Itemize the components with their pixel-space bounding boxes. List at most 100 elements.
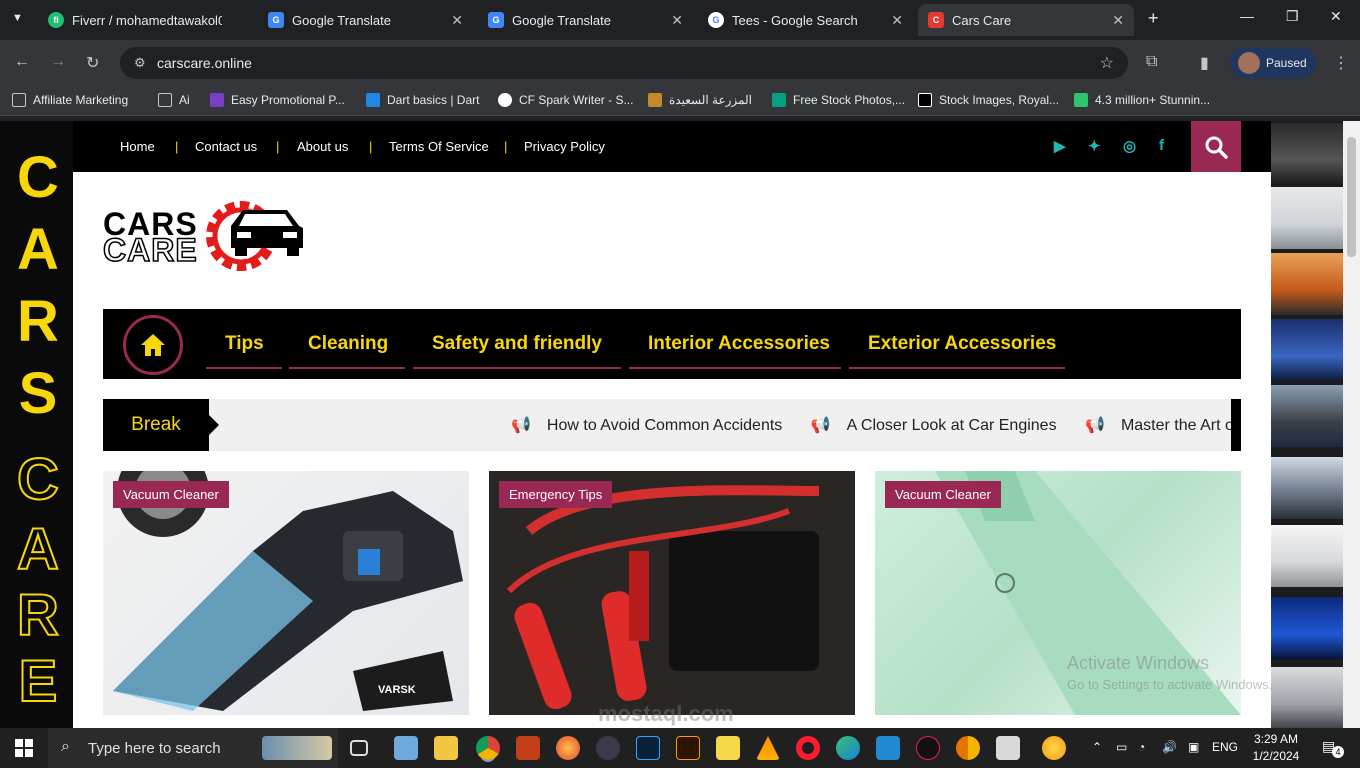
bookmark-ai[interactable]: Ai bbox=[158, 93, 190, 107]
bookmark-star-icon[interactable]: ☆ bbox=[1100, 53, 1114, 73]
powerpoint-icon[interactable] bbox=[516, 736, 540, 760]
vscode-icon[interactable] bbox=[876, 736, 900, 760]
menu-tips[interactable]: Tips bbox=[225, 333, 264, 355]
bookmark-label: Free Stock Photos,... bbox=[793, 93, 906, 107]
site-info-icon[interactable]: ⚙ bbox=[134, 55, 146, 71]
close-tab-icon[interactable]: ✕ bbox=[451, 12, 463, 29]
scrollbar-thumb[interactable] bbox=[1347, 137, 1356, 257]
menu-safety[interactable]: Safety and friendly bbox=[432, 333, 602, 355]
reload-icon[interactable]: ↻ bbox=[86, 53, 99, 73]
pixabay-icon bbox=[1074, 93, 1088, 107]
tab-search-dropdown[interactable]: ▼ bbox=[12, 12, 23, 24]
bookmark-easy-promo[interactable]: Easy Promotional P... bbox=[210, 93, 345, 107]
menu-icon[interactable]: ⋮ bbox=[1333, 53, 1349, 73]
tab-fiverr[interactable]: fi Fiverr / mohamedtawakol0 / bbox=[38, 4, 253, 36]
nav-about[interactable]: About us bbox=[297, 139, 348, 154]
task-view-icon[interactable] bbox=[350, 740, 368, 756]
google-icon: G bbox=[708, 12, 724, 28]
close-window-button[interactable]: ✕ bbox=[1330, 8, 1342, 25]
sticky-notes-icon[interactable] bbox=[716, 736, 740, 760]
extensions-icon[interactable]: ⧉ bbox=[1146, 53, 1157, 71]
bookmark-farm[interactable]: المزرعة السعيدة bbox=[648, 93, 752, 107]
network-icon[interactable]: ▭ bbox=[1116, 740, 1127, 754]
file-explorer-icon[interactable] bbox=[434, 736, 458, 760]
search-highlight-icon[interactable] bbox=[262, 736, 332, 760]
minimize-button[interactable]: — bbox=[1240, 8, 1254, 24]
chevron-up-icon[interactable]: ⌃ bbox=[1092, 740, 1102, 754]
back-icon[interactable]: ← bbox=[14, 53, 30, 71]
car-thumbnail bbox=[1271, 253, 1343, 315]
menu-exterior[interactable]: Exterior Accessories bbox=[868, 333, 1056, 355]
tiktok-icon[interactable] bbox=[916, 736, 940, 760]
maximize-button[interactable]: ❐ bbox=[1286, 8, 1299, 25]
banner-letter: C bbox=[17, 145, 59, 210]
tab-cars-care[interactable]: C Cars Care ✕ bbox=[918, 4, 1134, 36]
folder-icon bbox=[158, 93, 172, 107]
tab-translate-1[interactable]: G Google Translate ✕ bbox=[258, 4, 473, 36]
nav-contact[interactable]: Contact us bbox=[195, 139, 257, 154]
address-bar[interactable]: ⚙ carscare.online ☆ bbox=[120, 47, 1128, 79]
instagram-icon[interactable]: ◎ bbox=[1123, 137, 1136, 155]
card-brand-label: VARSK bbox=[378, 684, 416, 696]
youtube-icon[interactable]: ▶ bbox=[1054, 137, 1066, 155]
bookmark-istock[interactable]: Stock Images, Royal... bbox=[918, 93, 1059, 107]
ticker-item[interactable]: A Closer Look at Car Engines bbox=[847, 417, 1057, 434]
profile-button[interactable]: Paused bbox=[1230, 48, 1316, 78]
ticker-item[interactable]: Master the Art of W bbox=[1121, 417, 1231, 434]
category-badge[interactable]: Emergency Tips bbox=[499, 481, 613, 508]
opera-icon[interactable] bbox=[796, 736, 820, 760]
display-icon[interactable]: ▣ bbox=[1188, 740, 1199, 754]
notepad-icon[interactable] bbox=[394, 736, 418, 760]
chrome-canary-icon[interactable] bbox=[956, 736, 980, 760]
wifi-icon[interactable]: ◔ bbox=[1138, 740, 1145, 754]
post-card[interactable]: Emergency Tips bbox=[489, 471, 855, 715]
bookmark-dart[interactable]: Dart basics | Dart bbox=[366, 93, 479, 107]
dart-icon bbox=[366, 93, 380, 107]
bookmark-label: Dart basics | Dart bbox=[387, 93, 480, 107]
category-badge[interactable]: Vacuum Cleaner bbox=[113, 481, 229, 508]
new-tab-button[interactable]: + bbox=[1148, 8, 1159, 29]
vlc-icon[interactable] bbox=[756, 736, 780, 760]
clock-date: 1/2/2024 bbox=[1252, 749, 1300, 763]
close-tab-icon[interactable]: ✕ bbox=[671, 12, 683, 29]
firefox-icon[interactable] bbox=[556, 736, 580, 760]
photoshop-icon[interactable] bbox=[636, 736, 660, 760]
menu-cleaning[interactable]: Cleaning bbox=[308, 333, 388, 355]
nav-privacy[interactable]: Privacy Policy bbox=[524, 139, 605, 154]
home-button[interactable] bbox=[123, 315, 183, 375]
ticker-item[interactable]: How to Avoid Common Accidents bbox=[547, 417, 782, 434]
app-icon[interactable] bbox=[996, 736, 1020, 760]
tab-tees-search[interactable]: G Tees - Google Search ✕ bbox=[698, 4, 913, 36]
volume-icon[interactable]: 🔊 bbox=[1162, 740, 1177, 754]
close-tab-icon[interactable]: ✕ bbox=[1112, 12, 1124, 29]
bookmark-pixabay[interactable]: 4.3 million+ Stunnin... bbox=[1074, 93, 1210, 107]
forward-icon[interactable]: → bbox=[50, 53, 66, 71]
nav-terms[interactable]: Terms Of Service bbox=[389, 139, 489, 154]
close-tab-icon[interactable]: ✕ bbox=[891, 12, 903, 29]
bookmark-cf-spark[interactable]: CF Spark Writer - S... bbox=[498, 93, 633, 107]
tab-translate-2[interactable]: G Google Translate ✕ bbox=[478, 4, 693, 36]
windows-start-icon[interactable] bbox=[15, 739, 33, 757]
site-search-button[interactable] bbox=[1191, 121, 1241, 172]
profile-label: Paused bbox=[1266, 56, 1307, 70]
post-card[interactable]: VARSK Vacuum Cleaner bbox=[103, 471, 469, 715]
weather-icon[interactable] bbox=[1042, 736, 1066, 760]
facebook-icon[interactable]: f bbox=[1159, 137, 1164, 154]
twitter-icon[interactable]: ✦ bbox=[1088, 137, 1101, 155]
davinci-icon[interactable] bbox=[596, 736, 620, 760]
side-banner: C A R S C A R E bbox=[0, 121, 73, 728]
chrome-icon[interactable] bbox=[476, 736, 500, 760]
bookmark-affiliate[interactable]: Affiliate Marketing bbox=[12, 93, 128, 107]
megaphone-icon: 📢 bbox=[1085, 417, 1105, 434]
site-logo[interactable]: CARS CARE bbox=[102, 196, 308, 278]
nav-home[interactable]: Home bbox=[120, 139, 155, 154]
bookmark-free-stock[interactable]: Free Stock Photos,... bbox=[772, 93, 905, 107]
language-indicator[interactable]: ENG bbox=[1212, 740, 1238, 754]
menu-interior[interactable]: Interior Accessories bbox=[648, 333, 830, 355]
taskbar-clock[interactable]: 3:29 AM 1/2/2024 bbox=[1248, 731, 1304, 765]
browser-toolbar: ← → ↻ ⚙ carscare.online ☆ ⧉ ▮ Paused ⋮ bbox=[0, 40, 1360, 86]
category-badge[interactable]: Vacuum Cleaner bbox=[885, 481, 1001, 508]
illustrator-icon[interactable] bbox=[676, 736, 700, 760]
edge-icon[interactable] bbox=[836, 736, 860, 760]
side-panel-icon[interactable]: ▮ bbox=[1200, 53, 1209, 73]
